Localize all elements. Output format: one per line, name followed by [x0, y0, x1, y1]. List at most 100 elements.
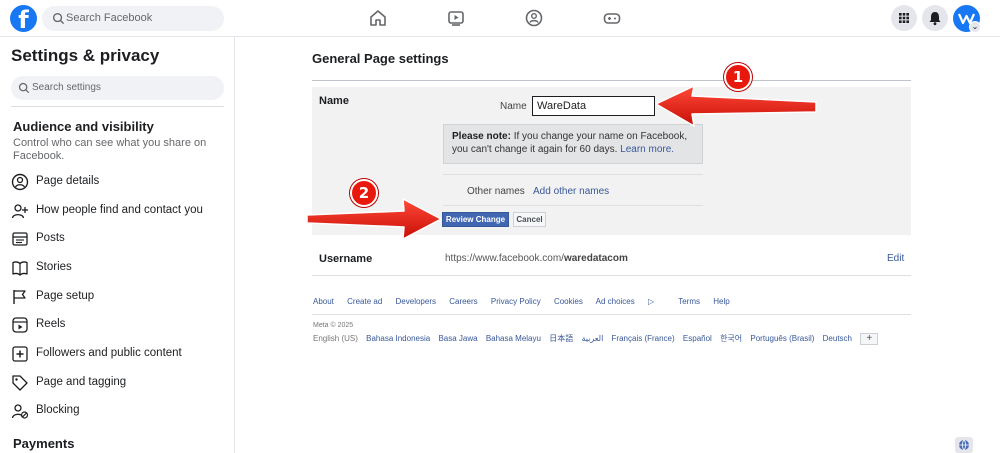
sidebar-item-reels[interactable]: Reels: [11, 312, 226, 338]
sidebar-item-page-tagging[interactable]: Page and tagging: [11, 370, 226, 396]
sidebar-item-label: Posts: [36, 232, 65, 244]
language-link[interactable]: Español: [683, 334, 712, 343]
watch-icon[interactable]: [447, 9, 465, 27]
divider: [312, 80, 911, 81]
annotation-marker-1: 1: [724, 63, 752, 91]
sidebar-item-page-setup[interactable]: Page setup: [11, 284, 226, 310]
language-link[interactable]: Basa Jawa: [438, 334, 477, 343]
footer-link-create-ad[interactable]: Create ad: [347, 297, 382, 306]
book-icon: [12, 261, 28, 276]
search-icon: [18, 82, 30, 94]
footer-link-ad-choices[interactable]: Ad choices ▷: [596, 297, 666, 306]
sidebar-item-find-contact[interactable]: How people find and contact you: [11, 198, 226, 224]
settings-search-placeholder: Search settings: [32, 82, 101, 93]
account-chevron-down-icon[interactable]: ⌄: [969, 21, 981, 33]
sidebar-item-stories[interactable]: Stories: [11, 255, 226, 281]
page-title: General Page settings: [312, 51, 449, 66]
copyright: Meta © 2025: [313, 322, 354, 329]
sidebar-item-posts[interactable]: Posts: [11, 226, 226, 252]
plus-square-icon: [12, 346, 28, 362]
name-field-label: Name: [500, 101, 527, 112]
tag-icon: [12, 375, 28, 391]
person-block-icon: [11, 404, 29, 419]
home-icon[interactable]: [369, 9, 387, 27]
language-link[interactable]: العربية: [581, 334, 603, 343]
sidebar-item-page-details[interactable]: Page details: [11, 169, 226, 195]
groups-icon[interactable]: [525, 9, 543, 27]
username-url-prefix: https://www.facebook.com/: [445, 253, 564, 264]
posts-icon: [12, 232, 28, 246]
review-change-button[interactable]: Review Change: [442, 212, 509, 227]
language-link[interactable]: Bahasa Melayu: [486, 334, 541, 343]
notifications-button[interactable]: [922, 5, 948, 31]
footer-links: About Create ad Developers Careers Priva…: [313, 297, 741, 306]
footer-link-cookies[interactable]: Cookies: [554, 297, 583, 306]
footer-link-privacy[interactable]: Privacy Policy: [491, 297, 541, 306]
username-label: Username: [319, 253, 373, 265]
sidebar-item-label: Followers and public content: [36, 347, 182, 359]
person-add-icon: [11, 204, 28, 219]
menu-grid-icon: [899, 13, 909, 23]
globe-button[interactable]: [955, 437, 973, 453]
language-link[interactable]: Deutsch: [823, 334, 852, 343]
person-circle-icon: [11, 173, 29, 191]
ad-choices-icon: ▷: [648, 297, 655, 306]
reels-icon: [12, 317, 28, 333]
language-list: English (US) Bahasa Indonesia Basa Jawa …: [313, 333, 884, 345]
username-handle: waredatacom: [563, 253, 628, 264]
divider: [443, 205, 703, 206]
language-link[interactable]: 日本語: [549, 334, 573, 343]
footer-link-developers[interactable]: Developers: [396, 297, 436, 306]
language-link[interactable]: Português (Brasil): [750, 334, 814, 343]
notifications-icon: [929, 12, 941, 26]
name-input[interactable]: [532, 96, 655, 116]
sidebar-item-label: Page details: [36, 175, 100, 187]
annotation-marker-2: 2: [350, 179, 378, 207]
other-names-label: Other names: [467, 186, 525, 197]
divider: [312, 275, 911, 276]
cancel-button[interactable]: Cancel: [513, 212, 546, 227]
language-link[interactable]: Bahasa Indonesia: [366, 334, 430, 343]
sidebar-item-label: Page setup: [36, 290, 95, 302]
divider: [11, 106, 224, 107]
sidebar-item-label: Reels: [36, 318, 66, 330]
language-link[interactable]: Français (France): [612, 334, 675, 343]
sidebar-item-label: How people find and contact you: [36, 204, 203, 216]
sidebar-title: Settings & privacy: [11, 46, 160, 65]
footer-link-terms[interactable]: Terms: [678, 297, 700, 306]
facebook-search-input[interactable]: Search Facebook: [42, 6, 224, 31]
ad-choices-label: Ad choices: [595, 297, 635, 306]
footer-link-careers[interactable]: Careers: [449, 297, 477, 306]
section-title-audience: Audience and visibility: [13, 119, 154, 134]
language-link[interactable]: 한국어: [720, 334, 742, 343]
divider: [443, 174, 703, 175]
globe-icon: [959, 439, 969, 451]
learn-more-link[interactable]: Learn more.: [620, 144, 674, 155]
footer-link-about[interactable]: About: [313, 297, 334, 306]
settings-sidebar: Settings & privacy Search settings Audie…: [0, 37, 235, 453]
sidebar-item-label: Stories: [36, 261, 72, 273]
username-edit-link[interactable]: Edit: [887, 253, 904, 264]
username-url: https://www.facebook.com/waredatacom: [445, 253, 628, 264]
current-language: English (US): [313, 334, 358, 344]
search-icon: [52, 12, 65, 25]
top-navigation-bar: f Search Facebook ⌄: [0, 0, 1000, 37]
sidebar-item-label: Blocking: [36, 404, 80, 416]
more-languages-button[interactable]: +: [860, 333, 879, 345]
section-description-audience: Control who can see what you share on Fa…: [13, 137, 207, 162]
note-bold: Please note:: [452, 131, 511, 142]
section-title-payments: Payments: [13, 436, 75, 451]
footer-divider: [312, 314, 911, 315]
name-section-label: Name: [319, 95, 349, 107]
menu-grid-button[interactable]: [891, 5, 917, 31]
flag-icon: [13, 290, 26, 304]
gaming-icon[interactable]: [603, 9, 621, 27]
sidebar-item-blocking[interactable]: Blocking: [11, 398, 226, 424]
add-other-names-link[interactable]: Add other names: [533, 186, 609, 197]
search-placeholder: Search Facebook: [66, 12, 153, 24]
sidebar-item-followers[interactable]: Followers and public content: [11, 341, 226, 367]
sidebar-item-label: Page and tagging: [36, 376, 127, 388]
settings-search-input[interactable]: Search settings: [11, 76, 224, 100]
footer-link-help[interactable]: Help: [713, 297, 729, 306]
facebook-logo[interactable]: f: [10, 5, 37, 32]
